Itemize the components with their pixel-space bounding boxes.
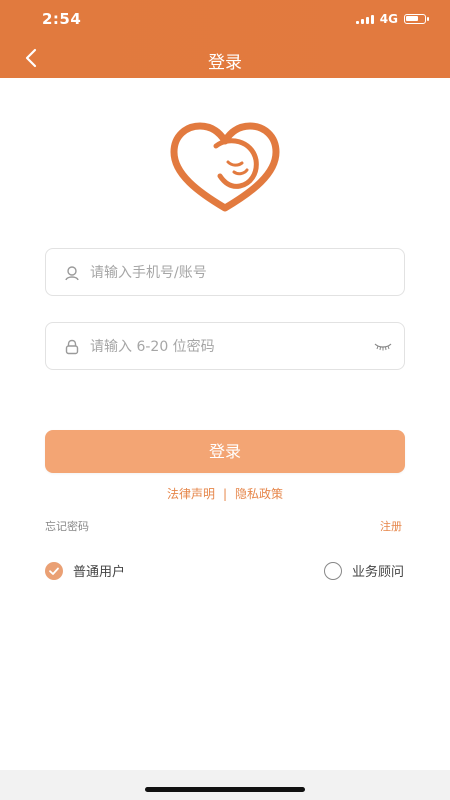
account-input[interactable] — [88, 249, 372, 297]
radio-empty-icon — [323, 561, 342, 580]
role-label: 业务顾问 — [351, 565, 404, 580]
password-input[interactable] — [88, 323, 372, 371]
top-header: 2:54 4G 登录 — [0, 0, 450, 78]
role-label: 普通用户 — [73, 565, 126, 580]
check-circle-icon — [45, 561, 63, 580]
status-time: 2:54 — [42, 10, 82, 28]
role-option-advisor[interactable]: 业务顾问 — [323, 561, 404, 580]
account-field[interactable] — [45, 248, 405, 297]
forgot-password-link[interactable]: 忘记密码 — [45, 518, 89, 534]
battery-level — [406, 16, 418, 21]
battery-icon — [404, 14, 429, 24]
password-field[interactable] — [45, 322, 405, 371]
eye-closed-icon[interactable] — [374, 341, 392, 351]
page-title: 登录 — [208, 53, 242, 73]
signal-icon — [355, 14, 374, 24]
network-type: 4G — [379, 12, 398, 26]
legal-separator: | — [222, 487, 228, 501]
register-link[interactable]: 注册 — [380, 518, 402, 534]
lock-icon — [65, 339, 79, 355]
privacy-policy-link[interactable]: 隐私政策 — [235, 487, 283, 501]
login-button[interactable]: 登录 — [45, 430, 405, 473]
legal-links: 法律声明 | 隐私政策 — [0, 485, 450, 502]
role-option-user[interactable]: 普通用户 — [45, 561, 125, 580]
law-statement-link[interactable]: 法律声明 — [167, 487, 215, 501]
status-indicators: 4G — [355, 12, 429, 26]
heart-baby-logo — [170, 122, 280, 212]
user-icon — [65, 266, 79, 281]
home-bar-area — [0, 770, 450, 800]
home-indicator[interactable] — [145, 787, 305, 792]
